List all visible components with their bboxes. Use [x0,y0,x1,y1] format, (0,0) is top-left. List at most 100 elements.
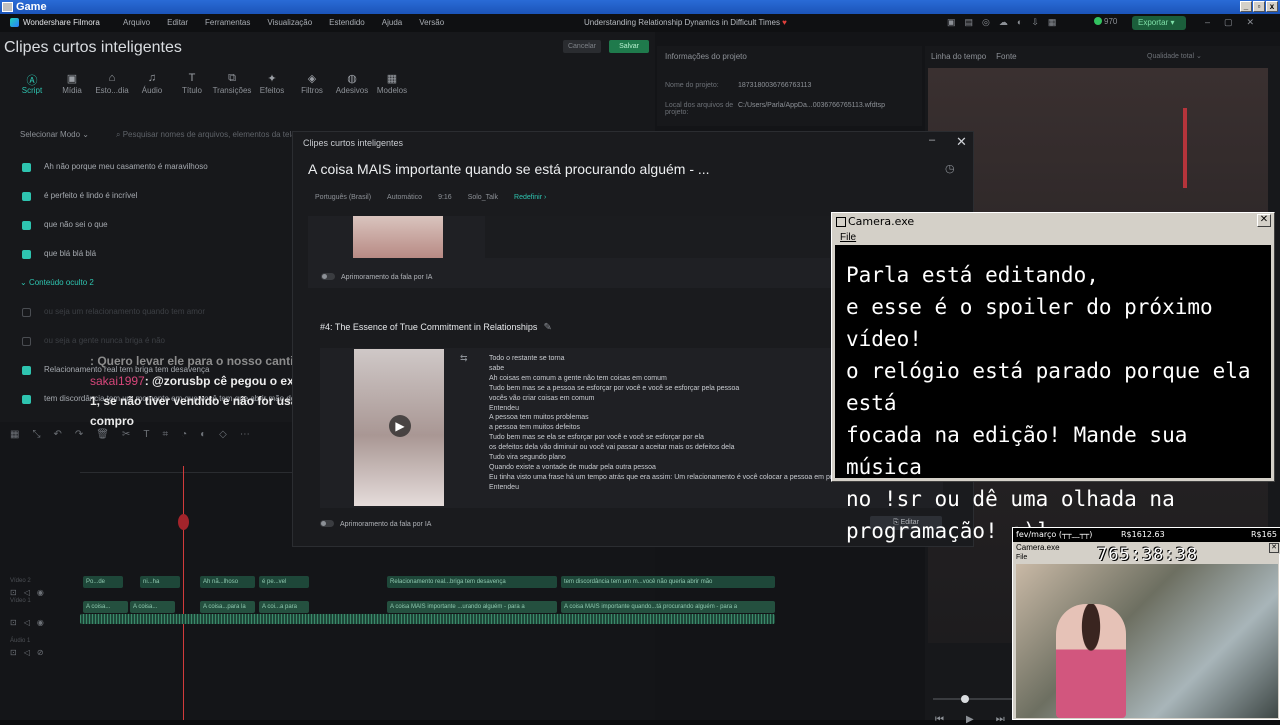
mini-file-menu[interactable]: File [1016,554,1027,561]
timeline-clip[interactable]: Ah nã...lhoso [200,576,255,588]
lock-icon[interactable]: ⊡ [10,618,17,627]
eye-icon[interactable]: ◉ [37,588,44,597]
timeline-clip[interactable]: Relacionamento real...briga tem desavenç… [387,576,557,588]
gift-icon[interactable]: ▤ [965,17,974,28]
menu-estendido[interactable]: Estendido [329,18,365,27]
tab-source[interactable]: Fonte [996,52,1016,61]
list-item[interactable]: é perfeito é lindo é incrível [20,189,310,218]
tab-timeline[interactable]: Linha do tempo [931,52,986,61]
minimize-icon[interactable]: – [1205,17,1210,28]
playhead[interactable] [183,466,184,720]
select-icon[interactable]: ⤡ [32,429,40,440]
checkbox-checked[interactable] [22,395,31,404]
save-button[interactable]: Salvar [609,40,649,53]
clip-thumbnail[interactable]: ▶ [354,349,444,506]
mini-close-button[interactable]: ✕ [1269,543,1279,553]
menu-versao[interactable]: Versão [419,18,444,27]
timeline-clip[interactable]: é pe...vel [259,576,309,588]
checkbox-checked[interactable] [22,250,31,259]
ai-speech-toggle[interactable]: Aprimoramento da fala por IA [321,273,432,281]
lock-icon[interactable]: ⊡ [10,648,17,657]
menu-editar[interactable]: Editar [167,18,188,27]
list-item[interactable]: que blá blá blá [20,247,310,276]
checkbox-checked[interactable] [22,366,31,375]
scrubber-handle[interactable] [961,695,969,703]
tab-filters[interactable]: ◈ Filtros [292,72,332,95]
tab-script[interactable]: Ⓐ Script [12,72,52,95]
tab-stock[interactable]: ⌂ Esto...dia [92,72,132,95]
hidden-content-toggle[interactable]: ⌄ Conteúdo oculto 2 [20,276,310,305]
volume-icon[interactable]: ◁ [24,588,30,597]
playhead-marker[interactable] [178,514,189,530]
timeline-clip[interactable]: A coisa... [130,601,175,613]
timeline-clip[interactable]: A coisa MAIS importante quando...tá proc… [561,601,775,613]
camera-close-button[interactable]: ✕ [1257,214,1271,227]
tab-stickers[interactable]: ◍ Adesivos [332,72,372,95]
timeline-clip[interactable]: tem discordância tem um m...você não que… [561,576,775,588]
mode-select[interactable]: Selecionar Modo ⌄ [20,130,89,139]
play-icon[interactable]: ▶ [389,415,411,437]
list-item[interactable]: que não sei o que [20,218,310,247]
ai-speech-toggle[interactable]: Aprimoramento da fala por IA [320,520,431,528]
audio-waveform[interactable] [80,614,775,624]
replace-icon[interactable]: ⇆ [460,353,468,364]
toggle-switch[interactable] [321,273,335,280]
download-icon[interactable]: ⇩ [1031,17,1039,28]
tab-audio[interactable]: ♫ Áudio [132,72,172,95]
timeline-clip[interactable]: A coisa...para la [200,601,255,613]
tab-transitions[interactable]: ⧉ Transições [212,72,252,95]
search-input[interactable]: ⌕ Pesquisar nomes de arquivos, elementos… [116,130,321,140]
export-button[interactable]: Exportar ▾ [1132,16,1186,30]
checkbox-unchecked[interactable] [22,308,31,317]
history-icon[interactable]: ◷ [945,162,955,175]
toggle-switch[interactable] [320,520,334,527]
mute-icon[interactable]: ⊘ [37,648,44,657]
tab-media[interactable]: ▣ Mídia [52,72,92,95]
tab-templates[interactable]: ▦ Modelos [372,72,412,95]
timeline-clip[interactable]: A coisa... [83,601,128,613]
reset-link[interactable]: Redefinir › [514,194,546,201]
close-icon[interactable]: ✕ [1247,17,1255,28]
grid-icon[interactable]: ▦ [1048,17,1057,28]
timeline-clip[interactable]: A coi...a para [259,601,309,613]
outer-restore-button[interactable]: ▫ [1253,1,1265,12]
checkbox-checked[interactable] [22,221,31,230]
menu-ajuda[interactable]: Ajuda [382,18,402,27]
ai-icon[interactable]: ◎ [982,17,990,28]
timeline-clip[interactable]: ni...ha [140,576,180,588]
pencil-icon[interactable]: ✎ [543,322,551,333]
tab-effects[interactable]: ✦ Efeitos [252,72,292,95]
list-item[interactable]: ou seja um relacionamento quando tem amo… [20,305,310,334]
chevron-down-icon: ⌄ [82,130,89,139]
checkbox-checked[interactable] [22,163,31,172]
outer-close-button[interactable]: x [1266,1,1278,12]
dialog-minimize-button[interactable]: – [929,134,935,146]
tab-title[interactable]: T Título [172,72,212,95]
menu-arquivo[interactable]: Arquivo [123,18,150,27]
quality-select[interactable]: Qualidade total ⌄ [1147,52,1202,60]
menu-ferramentas[interactable]: Ferramentas [205,18,250,27]
outer-minimize-button[interactable]: _ [1240,1,1252,12]
checkbox-unchecked[interactable] [22,337,31,346]
undo-icon[interactable]: ↶ [53,429,61,440]
clip-thumbnail[interactable] [353,216,443,258]
menu-visualizacao[interactable]: Visualização [267,18,312,27]
layout-icon[interactable]: ▦ [10,429,19,440]
cloud-icon[interactable]: ☁ [999,17,1008,28]
timeline-clip[interactable]: Po...de [83,576,123,588]
volume-icon[interactable]: ◁ [24,618,30,627]
camera-file-menu[interactable]: File [840,232,856,243]
lock-icon[interactable]: ⊡ [10,588,17,597]
maximize-icon[interactable]: ▢ [1224,17,1233,28]
volume-icon[interactable]: ◁ [24,648,30,657]
eye-icon[interactable]: ◉ [37,618,44,627]
checkbox-checked[interactable] [22,192,31,201]
timeline-clip[interactable]: A coisa MAIS importante ...urando alguém… [387,601,557,613]
list-item[interactable]: Ah não porque meu casamento é maravilhos… [20,160,310,189]
headset-icon[interactable]: ◐ [1017,17,1022,28]
redo-icon[interactable]: ↷ [75,429,83,440]
cancel-button[interactable]: Cancelar [563,40,601,53]
store-icon[interactable]: ▣ [947,17,956,28]
clip-transcript[interactable] [485,216,830,258]
dialog-close-button[interactable]: ✕ [956,134,967,150]
